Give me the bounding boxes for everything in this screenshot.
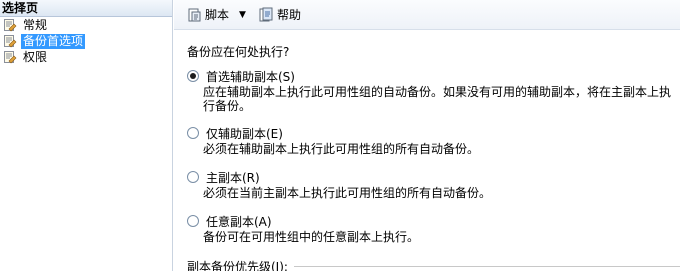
secondary-only-description: 必须在辅助副本上执行此可用性组的所有自动备份。: [203, 142, 480, 156]
sidebar-item-label: 备份首选项: [21, 33, 86, 49]
prefer-secondary-description: 应在辅助副本上执行此可用性组的自动备份。如果没有可用的辅助副本，将在主副本上执行…: [203, 85, 672, 113]
select-page-header: 选择页: [0, 0, 172, 17]
sidebar-item-permissions[interactable]: 权限: [0, 49, 172, 65]
prefer-secondary-label[interactable]: 首选辅助副本(S): [206, 68, 295, 85]
secondary-only-label[interactable]: 仅辅助副本(E): [206, 125, 283, 142]
primary-label[interactable]: 主副本(R): [206, 169, 260, 186]
replica-backup-priority-section: 副本备份优先级(I):: [187, 259, 680, 271]
help-label: 帮助: [276, 8, 301, 22]
any-replica-description: 备份可在可用性组中的任意副本上执行。: [203, 230, 420, 244]
section-divider: [293, 265, 680, 267]
toolbar: 脚本 ▼ 帮助: [174, 0, 680, 30]
primary-description: 必须在当前主副本上执行此可用性组的所有自动备份。: [203, 186, 492, 200]
select-page-panel: 选择页 常规 备份首选项 权限: [0, 0, 173, 271]
sidebar-item-backup-preferences[interactable]: 备份首选项: [0, 33, 172, 49]
any-replica-radio[interactable]: [187, 215, 199, 227]
backup-location-question: 备份应在何处执行?: [187, 45, 290, 59]
help-icon: [258, 7, 274, 23]
option-any-replica: 任意副本(A) 备份可在可用性组中的任意副本上执行。: [187, 212, 677, 244]
replica-backup-priority-label: 副本备份优先级(I):: [187, 259, 288, 271]
primary-radio[interactable]: [187, 171, 199, 183]
help-button[interactable]: 帮助: [254, 4, 305, 26]
prefer-secondary-radio[interactable]: [187, 70, 199, 82]
secondary-only-radio[interactable]: [187, 127, 199, 139]
script-dropdown-arrow-icon[interactable]: ▼: [239, 10, 246, 20]
page-icon: [2, 34, 18, 48]
page-icon: [2, 18, 18, 32]
any-replica-label[interactable]: 任意副本(A): [206, 213, 272, 230]
page-icon: [2, 50, 18, 64]
option-prefer-secondary: 首选辅助副本(S) 应在辅助副本上执行此可用性组的自动备份。如果没有可用的辅助副…: [187, 67, 677, 113]
sidebar-item-general[interactable]: 常规: [0, 17, 172, 33]
sidebar-item-label: 权限: [23, 49, 48, 64]
backup-preferences-page: 备份应在何处执行? 首选辅助副本(S) 应在辅助副本上执行此可用性组的自动备份。…: [174, 31, 680, 271]
option-secondary-only: 仅辅助副本(E) 必须在辅助副本上执行此可用性组的所有自动备份。: [187, 124, 677, 156]
option-primary: 主副本(R) 必须在当前主副本上执行此可用性组的所有自动备份。: [187, 168, 677, 200]
script-label: 脚本: [205, 8, 230, 22]
script-button[interactable]: 脚本: [182, 4, 233, 26]
script-icon: [186, 7, 202, 23]
sidebar-item-label: 常规: [23, 17, 48, 32]
